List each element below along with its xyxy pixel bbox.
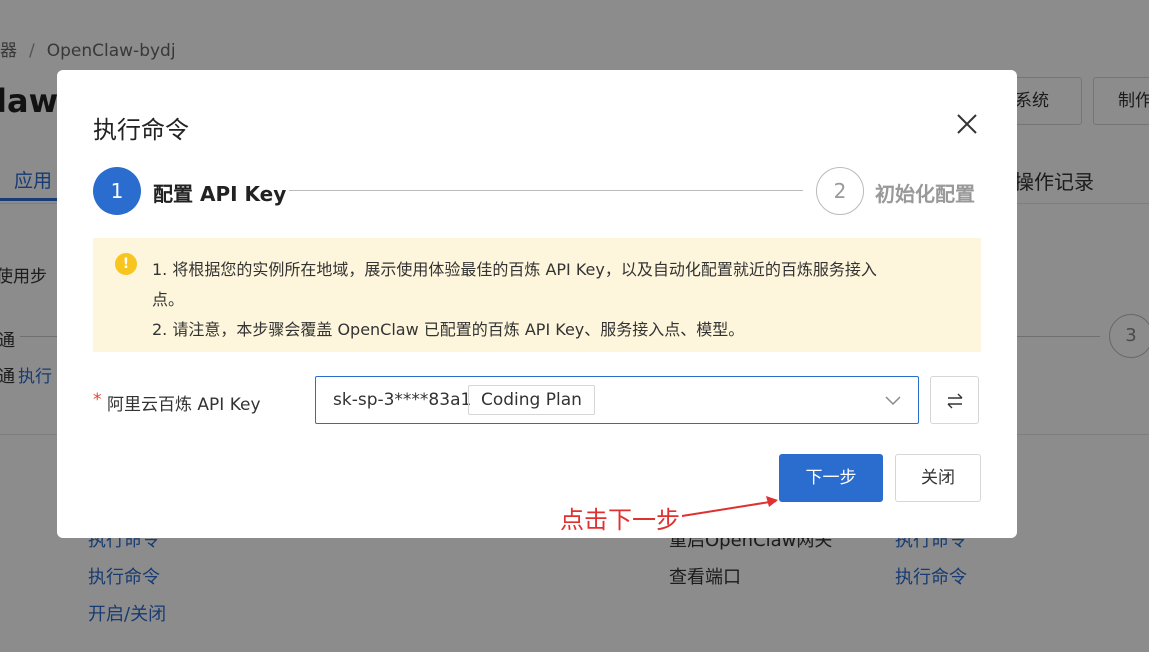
- chevron-down-icon: [884, 391, 902, 409]
- step1-circle: 1: [93, 167, 141, 215]
- warning-icon: !: [115, 253, 137, 275]
- close-icon[interactable]: [955, 112, 979, 136]
- step2-label: 初始化配置: [875, 182, 975, 206]
- annotation-label: 点击下一步: [560, 506, 680, 534]
- api-key-select[interactable]: sk-sp-3****83a1 Coding Plan: [315, 376, 919, 424]
- dialog-title: 执行命令: [93, 116, 189, 144]
- warning-notice: ! 1. 将根据您的实例所在地域，展示使用体验最佳的百炼 API Key，以及自…: [93, 238, 981, 352]
- step1-label: 配置 API Key: [153, 182, 287, 206]
- swap-icon: [947, 393, 963, 409]
- api-key-value: sk-sp-3****83a1: [333, 390, 472, 410]
- annotation-arrow-icon: [681, 496, 778, 517]
- next-step-button[interactable]: 下一步: [779, 454, 883, 502]
- steps-connector: [289, 190, 803, 191]
- required-mark: *: [93, 390, 102, 410]
- plan-tag: Coding Plan: [468, 385, 595, 415]
- swap-button[interactable]: [930, 376, 979, 424]
- notice-line-1: 1. 将根据您的实例所在地域，展示使用体验最佳的百炼 API Key，以及自动化…: [152, 260, 877, 279]
- notice-line-2: 2. 请注意，本步骤会覆盖 OpenClaw 已配置的百炼 API Key、服务…: [152, 320, 745, 339]
- api-key-label: 阿里云百炼 API Key: [107, 395, 261, 415]
- execute-command-dialog: 执行命令 1 配置 API Key 2 初始化配置 ! 1. 将根据您的实例所在…: [57, 70, 1017, 538]
- step2-circle: 2: [816, 167, 864, 215]
- notice-line-1-wrap: 点。: [152, 290, 185, 309]
- close-button[interactable]: 关闭: [895, 454, 981, 502]
